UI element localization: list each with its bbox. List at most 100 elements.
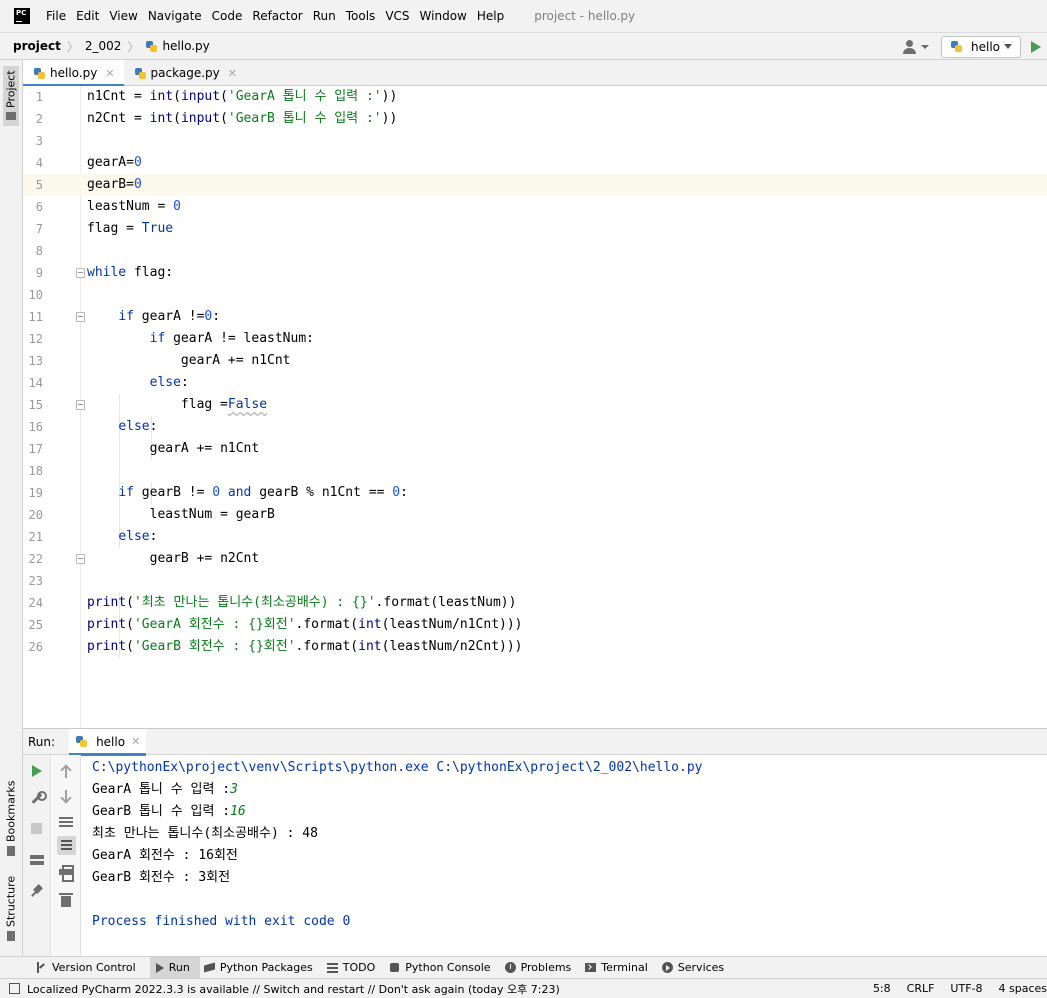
python-config-icon — [75, 735, 88, 748]
arrow-down-icon[interactable] — [59, 789, 73, 803]
menu-window[interactable]: Window — [420, 9, 467, 23]
console-line: GearA 회전수 : 16회전 — [92, 848, 238, 863]
fold-marker-icon[interactable] — [76, 400, 85, 410]
rerun-icon[interactable] — [32, 765, 42, 777]
project-tool-window-tab[interactable]: Project — [3, 66, 19, 126]
code-line: 26 print('GearB 회전수 : {}회전'.format(int(l… — [28, 639, 523, 654]
close-icon[interactable]: ✕ — [105, 67, 114, 80]
status-message[interactable]: Localized PyCharm 2022.3.3 is available … — [27, 981, 560, 997]
menu-run[interactable]: Run — [313, 9, 336, 23]
tab-todo[interactable]: TODO — [326, 957, 386, 979]
console-line: GearB 회전수 : 3회전 — [92, 870, 231, 885]
fold-marker-icon[interactable] — [76, 312, 85, 322]
code-line: 18 — [28, 464, 43, 478]
run-configuration-selector[interactable]: hello — [941, 35, 1021, 58]
breadcrumb-project[interactable]: project — [13, 39, 61, 53]
soft-wrap-icon[interactable] — [59, 815, 73, 829]
terminal-icon — [585, 962, 597, 973]
menu-edit[interactable]: Edit — [76, 9, 99, 23]
code-line: 6 leastNum = 0 — [35, 199, 181, 214]
menu-view[interactable]: View — [109, 9, 137, 23]
tab-terminal[interactable]: Terminal — [585, 957, 658, 979]
chevron-down-icon — [1004, 44, 1012, 49]
run-button[interactable] — [1031, 40, 1041, 53]
list-icon — [326, 962, 338, 973]
folder-icon — [6, 111, 16, 120]
menu-navigate[interactable]: Navigate — [148, 9, 202, 23]
services-icon — [661, 962, 673, 973]
tab-version-control[interactable]: Version Control — [36, 957, 146, 979]
print-icon[interactable] — [59, 865, 74, 882]
tab-services[interactable]: Services — [661, 957, 734, 979]
run-tool-window: Run: hello ✕ C:\pythonEx\project\venv\Sc… — [23, 728, 1047, 957]
editor-tab-bar: hello.py ✕ package.py ✕ — [23, 60, 1047, 87]
code-line: 24 print('최초 만나는 톱니수(최소공배수) : {}'.format… — [28, 595, 517, 610]
code-line-current: 5 gearB=0 — [23, 174, 1047, 196]
tab-package-py[interactable]: package.py ✕ — [124, 60, 246, 86]
menu-refactor[interactable]: Refactor — [252, 9, 302, 23]
code-line: 7 flag = True — [35, 221, 174, 236]
tab-problems[interactable]: Problems — [504, 957, 582, 979]
tab-python-console[interactable]: Python Console — [389, 957, 500, 979]
code-editor[interactable]: 1 n1Cnt = int(input('GearA 톱니 수 입력 :')) … — [23, 86, 1047, 728]
tab-run[interactable]: Run — [149, 956, 200, 979]
wrench-icon[interactable] — [30, 791, 47, 805]
tab-python-packages[interactable]: Python Packages — [204, 957, 323, 979]
notification-icon[interactable] — [9, 983, 20, 994]
file-encoding[interactable]: UTF-8 — [950, 982, 982, 995]
problems-icon — [504, 962, 516, 973]
bookmarks-tab-label: Bookmarks — [4, 780, 18, 842]
code-line: 8 — [35, 244, 43, 258]
code-line: 16 else: — [28, 419, 158, 434]
menu-vcs[interactable]: VCS — [385, 9, 409, 23]
python-config-icon — [950, 40, 963, 53]
console-input: 16 — [230, 804, 246, 819]
bookmarks-tool-window-tab[interactable]: Bookmarks — [3, 780, 19, 860]
structure-tool-window-tab[interactable]: Structure — [3, 875, 19, 945]
tab-label: package.py — [150, 66, 220, 80]
menu-bar: PC File Edit View Navigate Code Refactor… — [0, 0, 1047, 32]
code-line: 19 if gearB != 0 and gearB % n1Cnt == 0: — [28, 485, 408, 500]
arrow-up-icon[interactable] — [59, 765, 73, 779]
run-configuration-label: hello — [971, 39, 1000, 54]
user-account-icon[interactable] — [903, 38, 929, 56]
caret-position[interactable]: 5:8 — [873, 982, 891, 995]
menu-tools[interactable]: Tools — [346, 9, 376, 23]
left-tool-strip: Project Bookmarks Structure — [0, 60, 23, 956]
code-line: 13 gearA += n1Cnt — [28, 353, 291, 368]
menu-file[interactable]: File — [46, 9, 66, 23]
scroll-to-end-icon[interactable] — [57, 836, 76, 855]
console-prompt: GearA 톱니 수 입력 : — [92, 782, 231, 797]
close-icon[interactable]: ✕ — [131, 735, 140, 748]
breadcrumb-file[interactable]: hello.py — [145, 39, 210, 53]
close-icon[interactable]: ✕ — [228, 67, 237, 80]
structure-icon — [7, 931, 15, 941]
menu-help[interactable]: Help — [477, 9, 504, 23]
layout-icon[interactable] — [30, 853, 44, 867]
pin-icon[interactable] — [30, 885, 44, 899]
line-separator[interactable]: CRLF — [907, 982, 935, 995]
console-command: C:\pythonEx\project\venv\Scripts\python.… — [92, 760, 703, 775]
breadcrumb-folder[interactable]: 2_002 — [85, 39, 122, 53]
tab-hello-py[interactable]: hello.py ✕ — [23, 60, 124, 87]
bookmark-icon — [7, 846, 15, 856]
console-exit-message: Process finished with exit code 0 — [92, 914, 351, 929]
code-line: 10 — [28, 288, 43, 302]
code-line: 17 gearA += n1Cnt — [28, 441, 260, 456]
indent-setting[interactable]: 4 spaces — [999, 982, 1047, 995]
code-line: 3 — [35, 134, 43, 148]
run-tab-hello[interactable]: hello ✕ — [69, 728, 147, 756]
stop-icon[interactable] — [31, 823, 42, 834]
trash-icon[interactable] — [59, 893, 73, 907]
run-actions-toolbar — [23, 755, 51, 957]
fold-marker-icon[interactable] — [76, 554, 85, 564]
code-line: 23 — [28, 574, 43, 588]
python-file-icon — [134, 67, 147, 80]
fold-marker-icon[interactable] — [76, 268, 85, 278]
run-tab-label: hello — [96, 734, 126, 749]
console-output[interactable]: C:\pythonEx\project\venv\Scripts\python.… — [92, 757, 702, 933]
code-line: 11 if gearA !=0: — [28, 309, 221, 324]
console-line: 최초 만나는 톱니수(최소공배수) : 48 — [92, 826, 318, 841]
tab-label: hello.py — [50, 66, 98, 80]
menu-code[interactable]: Code — [212, 9, 243, 23]
